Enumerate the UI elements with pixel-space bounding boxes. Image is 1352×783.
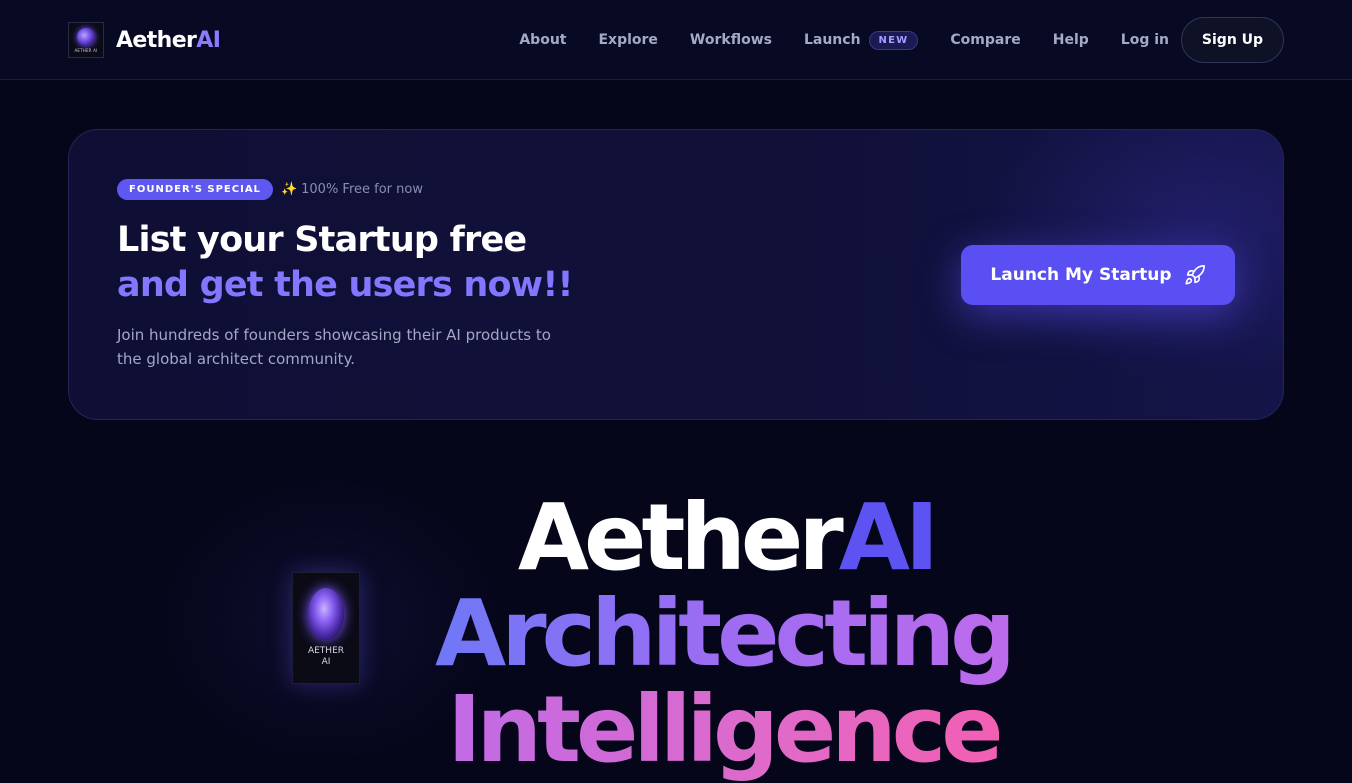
sparkle-icon: ✨ <box>280 182 298 197</box>
brand-name: AetherAI <box>116 27 221 53</box>
logo-link[interactable]: AETHER AI AetherAI <box>68 22 221 58</box>
hero-line-intelligence: Intelligence <box>0 676 1352 783</box>
orb-icon <box>77 27 95 46</box>
launch-my-startup-button[interactable]: Launch My Startup <box>961 245 1235 305</box>
promo-description: Join hundreds of founders showcasing the… <box>117 326 551 368</box>
hero-line-architecting: Architecting <box>0 580 1352 687</box>
hero-title-accent: AI <box>838 484 939 591</box>
login-link[interactable]: Log in <box>1121 32 1169 48</box>
nav-help[interactable]: Help <box>1053 32 1089 48</box>
top-nav: AETHER AI AetherAI About Explore Workflo… <box>0 0 1352 80</box>
rocket-icon <box>1185 265 1205 285</box>
nav-compare[interactable]: Compare <box>950 32 1020 48</box>
logo-caption: AETHER AI <box>74 47 98 53</box>
signup-button[interactable]: Sign Up <box>1181 17 1284 63</box>
nav-launch[interactable]: Launch NEW <box>804 30 919 50</box>
hero-line-3-text: Intelligence <box>447 676 1003 783</box>
launch-button-label: Launch My Startup <box>990 265 1172 285</box>
free-note: ✨ 100% Free for now <box>281 182 423 197</box>
promo-subheadline: and get the users now!! <box>117 265 573 305</box>
hero-title-main: Aether <box>517 484 844 591</box>
founders-promo-card: FOUNDER'S SPECIAL ✨ 100% Free for now Li… <box>68 129 1284 420</box>
logo-image: AETHER AI <box>68 22 104 58</box>
hero-title: AetherAI <box>0 484 1352 591</box>
nav-workflows[interactable]: Workflows <box>690 32 772 48</box>
hero-line-2-text: Architecting <box>435 580 1016 687</box>
promo-tagline: FOUNDER'S SPECIAL ✨ 100% Free for now <box>117 179 423 200</box>
brand-main: Aether <box>116 27 197 53</box>
new-badge: NEW <box>868 30 919 50</box>
promo-headline: List your Startup free <box>117 220 527 260</box>
nav-launch-label[interactable]: Launch <box>804 32 861 48</box>
free-note-text: 100% Free for now <box>301 182 423 197</box>
nav-links: About Explore Workflows Launch NEW Compa… <box>519 17 1284 63</box>
nav-explore[interactable]: Explore <box>598 32 657 48</box>
brand-accent: AI <box>196 27 221 53</box>
founders-special-pill: FOUNDER'S SPECIAL <box>117 179 273 200</box>
nav-about[interactable]: About <box>519 32 566 48</box>
